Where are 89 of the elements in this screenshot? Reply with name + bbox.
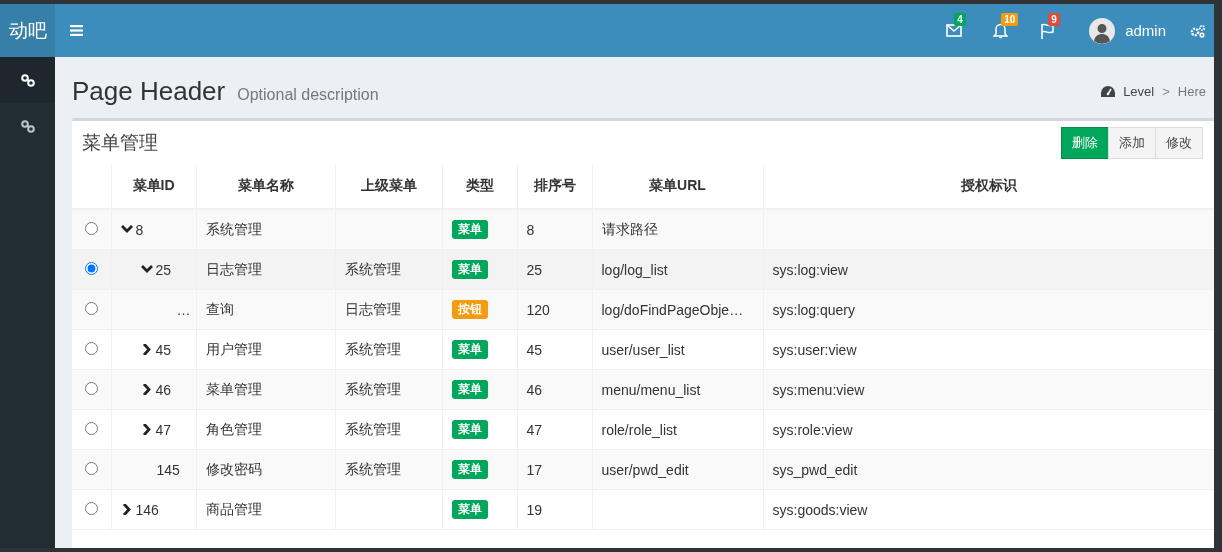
type-label: 菜单 [451,500,488,519]
box-title: 菜单管理 [82,130,158,155]
name-cell: 日志管理 [196,249,335,290]
type-label: 菜单 [451,460,488,479]
breadcrumb-separator: > [1162,83,1170,99]
id-text: … [176,301,191,318]
toolbar-button[interactable]: 添加 [1108,126,1156,159]
row-radio[interactable] [84,301,98,315]
chevron-right-icon[interactable] [120,504,133,515]
avatar-icon[interactable] [1089,17,1116,44]
parent-cell: 系统管理 [335,369,442,410]
sort-cell: 45 [517,329,592,370]
type-label: 菜单 [451,260,488,279]
row-radio[interactable] [84,221,98,235]
permission-cell: sys:menu:view [763,369,1214,410]
row-radio[interactable] [84,341,98,355]
sort-cell: 19 [517,489,592,530]
user-name[interactable]: admin [1125,22,1166,39]
url-cell: 请求路径 [592,209,763,250]
type-label: 按钮 [451,300,488,319]
flag-icon [1040,22,1056,39]
url-cell: role/role_list [592,409,763,450]
id-text: 146 [135,501,159,518]
chevron-right-icon[interactable] [140,344,153,355]
toolbar-button[interactable]: 修改 [1155,126,1203,159]
permission-cell: sys_pwd_edit [763,449,1214,490]
parent-cell: 系统管理 [335,249,442,290]
sort-cell: 8 [517,209,592,250]
sort-cell: 46 [517,369,592,410]
count-badge: 4 [954,13,966,26]
type-label: 菜单 [451,220,488,239]
chevron-right-icon[interactable] [140,424,153,435]
count-badge: 9 [1048,13,1060,26]
name-cell: 角色管理 [196,409,335,450]
id-text: 8 [135,221,144,238]
type-label: 菜单 [451,420,488,439]
id-text: 45 [155,341,172,358]
page-description: Optional description [237,85,379,104]
page-title: Page Header [72,75,226,107]
name-cell: 菜单管理 [196,369,335,410]
id-text: 46 [155,381,172,398]
permission-cell: sys:user:view [763,329,1214,370]
name-cell: 系统管理 [196,209,335,250]
name-cell: 修改密码 [196,449,335,490]
chevron-down-icon[interactable] [140,264,153,275]
sidebar-item[interactable] [0,57,55,103]
id-text: 47 [155,421,172,438]
parent-cell: 系统管理 [335,409,442,450]
url-cell: user/pwd_edit [592,449,763,490]
row-radio[interactable] [84,261,98,275]
url-cell: menu/menu_list [592,369,763,410]
sort-cell: 25 [517,249,592,290]
sort-cell: 17 [517,449,592,490]
permission-cell: sys:log:query [763,289,1214,330]
parent-cell: 系统管理 [335,449,442,490]
sort-cell: 47 [517,409,592,450]
bell-icon [993,22,1009,39]
url-cell: log/log_list [592,249,763,290]
id-text: 145 [156,461,180,478]
chain-link-icon [20,73,35,87]
type-label: 菜单 [451,380,488,399]
url-cell: log/doFindPageObje… [592,289,763,330]
name-cell: 用户管理 [196,329,335,370]
row-radio[interactable] [84,421,98,435]
breadcrumb-item[interactable]: Level [1123,83,1155,99]
app-logo[interactable]: 动吧 [0,4,55,57]
dashboard-icon [1101,85,1116,97]
parent-cell: 系统管理 [335,329,442,370]
count-badge: 10 [1001,13,1019,26]
name-cell: 查询 [196,289,335,330]
row-radio[interactable] [84,461,98,475]
permission-cell: sys:log:view [763,249,1214,290]
permission-cell: sys:role:view [763,409,1214,450]
menu-icon[interactable] [70,25,83,36]
url-cell: user/user_list [592,329,763,370]
row-radio[interactable] [84,501,98,515]
permission-cell: sys:goods:view [763,489,1214,530]
chevron-right-icon[interactable] [140,384,153,395]
envelope-icon [945,24,962,37]
row-radio[interactable] [84,381,98,395]
type-label: 菜单 [451,340,488,359]
id-text: 25 [155,261,172,278]
sort-cell: 120 [517,289,592,330]
chevron-down-icon[interactable] [120,224,133,235]
name-cell: 商品管理 [196,489,335,530]
chain-link-icon [20,119,35,133]
breadcrumb-item: Here [1177,83,1206,99]
gears-icon[interactable] [1190,23,1206,38]
parent-cell: 日志管理 [335,289,442,330]
